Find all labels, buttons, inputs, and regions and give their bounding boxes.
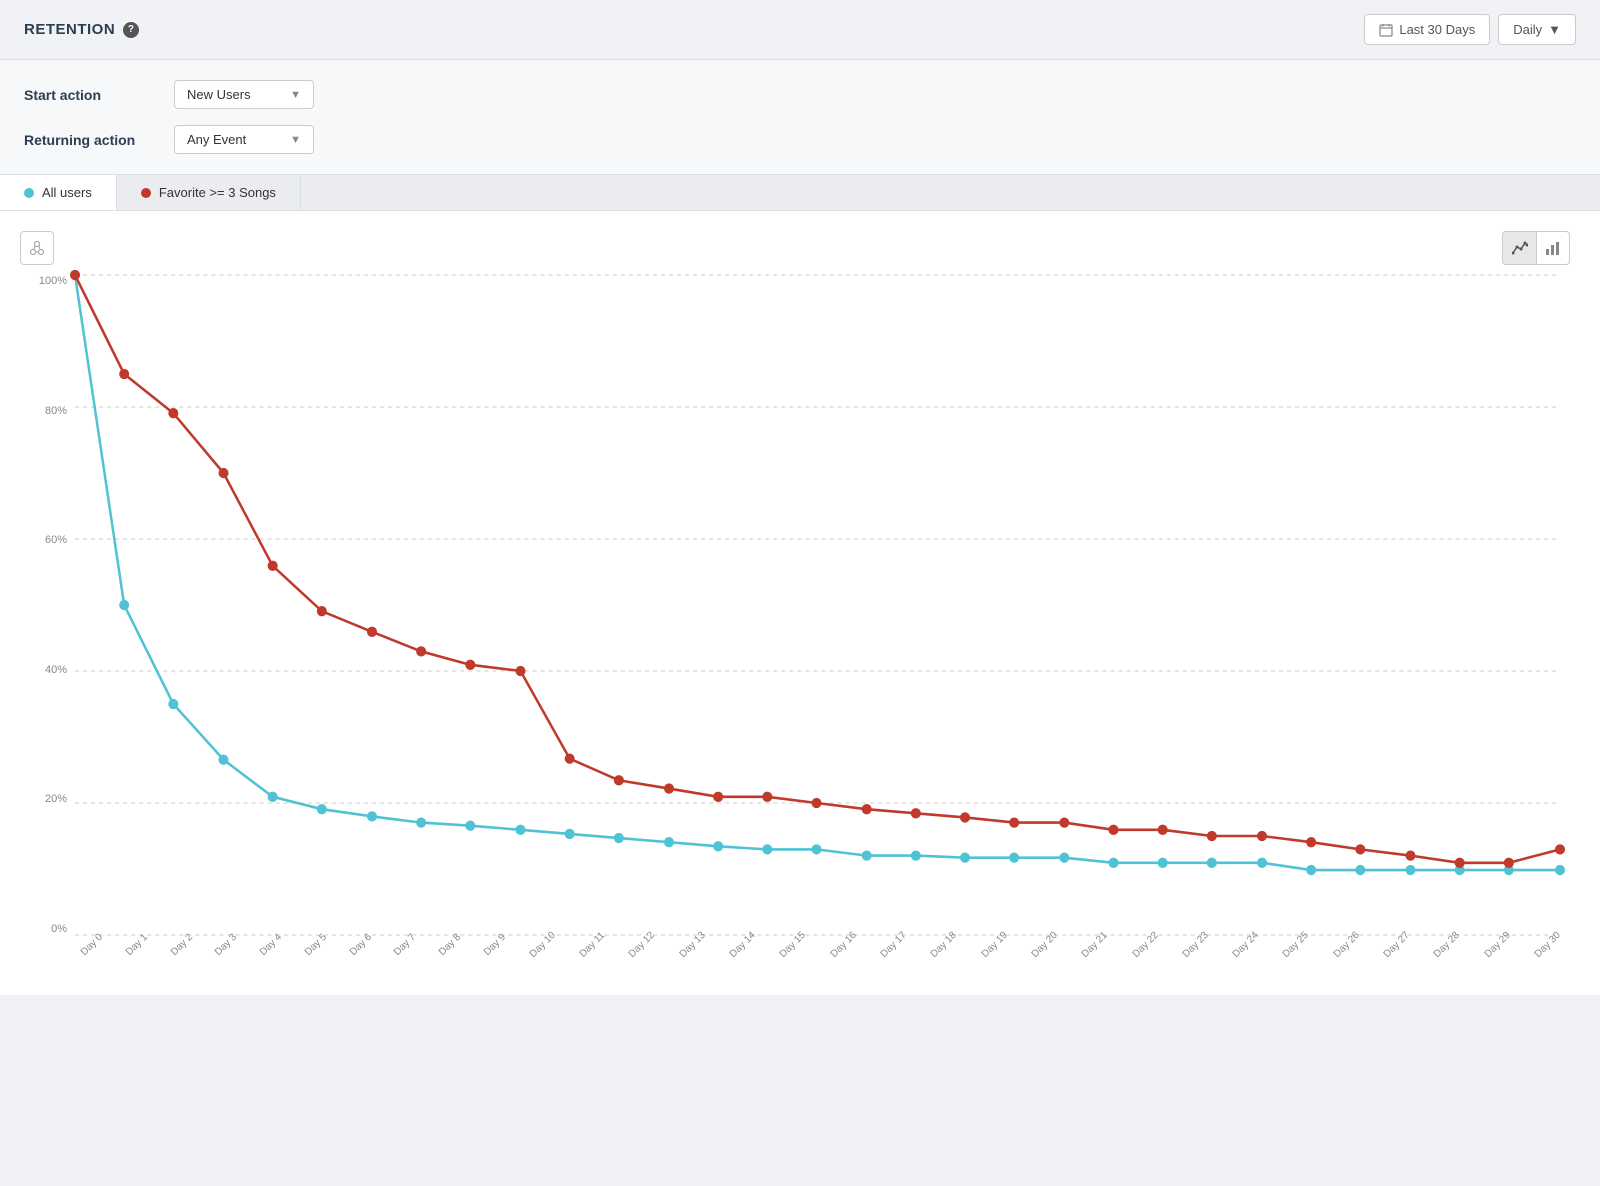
- line-chart-icon: [1512, 240, 1528, 256]
- export-button[interactable]: [20, 231, 54, 265]
- x-label-day16: Day 16: [828, 930, 858, 960]
- cohorts-bar: All users Favorite >= 3 Songs: [0, 175, 1600, 211]
- y-axis: 100% 80% 60% 40% 20% 0%: [20, 275, 75, 935]
- granularity-button[interactable]: Daily ▼: [1498, 14, 1576, 45]
- chart-section: 100% 80% 60% 40% 20% 0%: [0, 211, 1600, 995]
- cohort-label-all-users: All users: [42, 185, 92, 200]
- x-label-day2: Day 2: [168, 932, 194, 958]
- start-action-select[interactable]: New Users ▼: [174, 80, 314, 109]
- x-label-day6: Day 6: [347, 932, 373, 958]
- start-action-label: Start action: [24, 87, 154, 103]
- x-label-day20: Day 20: [1030, 930, 1060, 960]
- header: RETENTION ? Last 30 Days Daily ▼: [0, 0, 1600, 60]
- x-label-day0: Day 0: [79, 932, 105, 958]
- y-label-60: 60%: [45, 534, 67, 546]
- y-label-80: 80%: [45, 405, 67, 417]
- info-icon[interactable]: ?: [123, 22, 139, 38]
- header-controls: Last 30 Days Daily ▼: [1364, 14, 1576, 45]
- bar-chart-icon: [1545, 240, 1561, 256]
- x-label-day10: Day 10: [527, 930, 557, 960]
- x-label-day25: Day 25: [1281, 930, 1311, 960]
- title-text: RETENTION: [24, 21, 115, 38]
- x-label-day3: Day 3: [213, 932, 239, 958]
- x-label-day27: Day 27: [1382, 930, 1412, 960]
- y-label-40: 40%: [45, 664, 67, 676]
- x-label-day11: Day 11: [577, 930, 607, 960]
- cohort-all-users[interactable]: All users: [0, 175, 117, 210]
- x-label-day4: Day 4: [258, 932, 284, 958]
- returning-action-row: Returning action Any Event ▼: [24, 125, 1576, 154]
- cohort-label-favorite-songs: Favorite >= 3 Songs: [159, 185, 276, 200]
- returning-action-label: Returning action: [24, 132, 154, 148]
- returning-action-select[interactable]: Any Event ▼: [174, 125, 314, 154]
- chart-toolbar: [20, 231, 1570, 265]
- chevron-down-icon: ▼: [290, 89, 301, 101]
- chart-svg: [75, 275, 1560, 935]
- x-label-day30: Day 30: [1533, 930, 1563, 960]
- chart-view-buttons: [1502, 231, 1570, 265]
- x-label-day7: Day 7: [392, 932, 418, 958]
- all-users-line: [75, 275, 1560, 870]
- x-label-day15: Day 15: [778, 930, 808, 960]
- date-range-label: Last 30 Days: [1399, 22, 1475, 37]
- cohort-dot-blue: [24, 188, 34, 198]
- y-label-100: 100%: [39, 275, 67, 287]
- export-icon: [28, 239, 46, 257]
- x-label-day26: Day 26: [1331, 930, 1361, 960]
- x-label-day19: Day 19: [979, 930, 1009, 960]
- x-label-day1: Day 1: [124, 932, 150, 958]
- start-action-value: New Users: [187, 87, 251, 102]
- favorite-songs-line: [75, 275, 1560, 863]
- cohort-dot-red: [141, 188, 151, 198]
- date-range-button[interactable]: Last 30 Days: [1364, 14, 1490, 45]
- x-label-day17: Day 17: [879, 930, 909, 960]
- bar-chart-button[interactable]: [1536, 231, 1570, 265]
- calendar-icon: [1379, 23, 1393, 37]
- y-label-0: 0%: [51, 923, 67, 935]
- x-label-day9: Day 9: [482, 932, 508, 958]
- x-label-day12: Day 12: [627, 930, 657, 960]
- x-label-day28: Day 28: [1432, 930, 1462, 960]
- chevron-down-icon: ▼: [290, 134, 301, 146]
- x-label-day13: Day 13: [677, 930, 707, 960]
- x-label-day29: Day 29: [1482, 930, 1512, 960]
- filters-section: Start action New Users ▼ Returning actio…: [0, 60, 1600, 175]
- line-chart-button[interactable]: [1502, 231, 1536, 265]
- start-action-row: Start action New Users ▼: [24, 80, 1576, 109]
- cohorts-spacer: [301, 175, 1600, 210]
- x-label-day8: Day 8: [437, 932, 463, 958]
- x-label-day21: Day 21: [1080, 930, 1110, 960]
- x-label-day5: Day 5: [303, 932, 329, 958]
- page-title: RETENTION ?: [24, 21, 139, 38]
- chart-area: [75, 275, 1560, 935]
- granularity-label: Daily: [1513, 22, 1542, 37]
- x-label-day14: Day 14: [728, 930, 758, 960]
- chart-wrapper: 100% 80% 60% 40% 20% 0%: [20, 275, 1570, 975]
- x-label-day23: Day 23: [1180, 930, 1210, 960]
- x-label-day24: Day 24: [1231, 930, 1261, 960]
- cohort-favorite-songs[interactable]: Favorite >= 3 Songs: [117, 175, 301, 210]
- returning-action-value: Any Event: [187, 132, 246, 147]
- y-label-20: 20%: [45, 793, 67, 805]
- app-container: RETENTION ? Last 30 Days Daily ▼ Start a…: [0, 0, 1600, 1186]
- x-axis: Day 0 Day 1 Day 2 Day 3 Day 4 Day 5 Day …: [75, 935, 1560, 975]
- x-label-day18: Day 18: [929, 930, 959, 960]
- x-label-day22: Day 22: [1130, 930, 1160, 960]
- chevron-down-icon: ▼: [1548, 22, 1561, 37]
